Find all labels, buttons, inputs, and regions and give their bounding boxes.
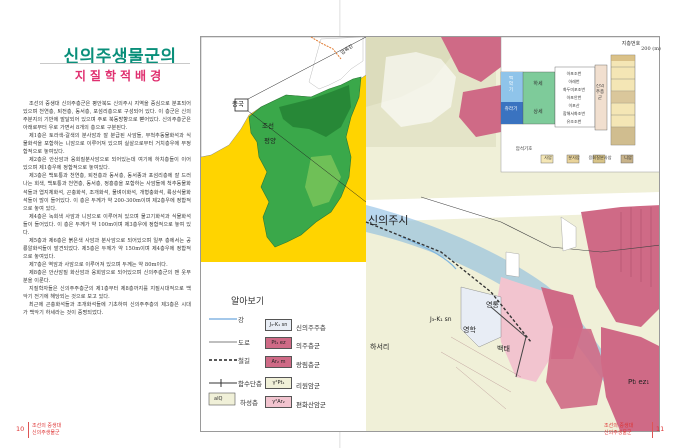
running-head-line: 조선의 중생대 [604, 423, 634, 429]
lithology-band [611, 55, 635, 61]
legend-unit-code: Pt₁ ez [265, 337, 292, 349]
legend-symbols [208, 318, 237, 406]
strat-legend-label: 니암 [624, 155, 632, 160]
running-head-line: 조선의 중생대 [32, 423, 62, 429]
strat-era-char: 악 [508, 82, 514, 87]
strat-unit-item: 이포산 [568, 103, 580, 108]
strat-era-char: 백 [508, 76, 514, 81]
footer-right: 조선의 중생대 신의주생물군 11 [600, 422, 670, 438]
legend-label-railway: 철길 [238, 357, 250, 365]
legend-unit-code: J₃-K₁ sn [265, 319, 292, 331]
strat-bottom-label: 암석기호 [515, 147, 533, 152]
city-label: 신의주시 [368, 214, 409, 227]
strat-legend-label: 사암 [544, 155, 552, 160]
footer-left: 10 조선의 중생대 신의주생물군 [16, 422, 96, 438]
page-number-left: 10 [16, 425, 25, 433]
inset-map [201, 37, 367, 262]
strat-depth-label: 200 (m) [641, 46, 661, 52]
strat-subperiod-upper: 하세 [533, 81, 543, 87]
footer-rule [28, 422, 29, 438]
strat-units-list: 아포조번 아래번 화두미포조번 아포안번 이포산 합해서화조번 유조조번 [555, 70, 593, 126]
running-head-line: 신의주생물군 [604, 429, 632, 436]
legend-unit-label: 리원암군 [296, 382, 320, 390]
inset-label-china: 중국 [232, 100, 244, 108]
body-text-column: 조선의 중생대 신의주층군은 평안북도 신의주시 지역을 중심으로 분포되어 있… [23, 100, 191, 418]
map-place-label: 백태 [497, 345, 510, 353]
title-underline [40, 63, 190, 64]
strat-legend-label: 응회질분사암 [588, 155, 612, 160]
paragraph: 제8층은 안산암질 화산암과 응회암으로 되어있으며 신의주층군의 맨 웃부분을… [23, 269, 191, 285]
lithology-band [611, 91, 635, 103]
strat-era-label: 백 악 기 [502, 76, 520, 94]
paragraph: 제4층은 녹회색 사암과 니암으로 이루어져 있으며 물고기화석과 식물화석들이… [23, 213, 191, 236]
strat-subperiod-lower: 상세 [533, 109, 543, 115]
strat-unit-item: 유조조번 [566, 119, 582, 124]
legend-unit-label: 랑림층군 [296, 361, 320, 369]
map-place-label: 영학 [463, 326, 476, 334]
footer-rule [652, 422, 653, 438]
legend-label-road: 도로 [238, 339, 250, 347]
legend-code-alluvium: aIQ [214, 396, 223, 402]
map-unit-label: J₃-K₁ sn [430, 316, 452, 323]
legend-label-fault: 함수단층 [238, 380, 262, 388]
inset-label-pyongyang: 평양 [264, 137, 276, 145]
legend-label-alluvium: 하성층 [240, 399, 258, 407]
strat-era-char: 기 [508, 88, 514, 93]
map-place-label: 하서리 [370, 343, 390, 351]
book-spread: 신의주생물군의 지질학적배경 조선의 중생대 신의주층군은 평안북도 신의주시 … [0, 0, 680, 448]
strat-period-label: 쥬라기 [504, 107, 518, 112]
paragraph: 제1층은 토라색-갈색의 분사암과 잘 분급된 사암들, 무척추동물화석과 식물… [23, 133, 191, 156]
paragraph: 최근에 곤충화석들과 조개화석들에 기초하여 신의주주층의 제3층은 시대가 백… [23, 302, 191, 317]
paragraph: 제7층은 역암과 사암으로 이루어져 있으며 두께는 약 80m이다. [29, 261, 168, 268]
legend-unit-code: γ²Ar₂ [265, 396, 292, 408]
strat-legend-label: 분사암 [568, 155, 580, 160]
inset-label-korea: 조선 [262, 122, 274, 130]
running-head-right: 조선의 중생대 신의주생물군 [604, 423, 633, 436]
running-head-left: 조선의 중생대 신의주생물군 [32, 423, 61, 436]
urban-block [505, 251, 520, 278]
strat-unit-item: 아포안번 [566, 95, 582, 100]
paragraph: 조선의 중생대 신의주층군은 평안북도 신의주시 지역을 중심으로 분포되어 있… [23, 101, 191, 132]
paragraph: 제5층과 제6층은 붉은색 사암과 분사암으로 되어있으며 일부 층에서는 공룡… [23, 237, 191, 260]
title-subtitle: 지질학적배경 [74, 69, 166, 83]
strat-unit-item: 아래번 [568, 79, 580, 84]
map-place-label: 영통 [486, 301, 499, 309]
legend-unit-label: 의주층군 [296, 342, 320, 350]
strat-unit-item: 화두미포조번 [562, 87, 586, 92]
running-head-line: 신의주생물군 [32, 429, 60, 436]
legend-label-river: 강 [238, 316, 244, 324]
paragraph: 제3층은 백토통과 천연층, 퇴전층과 동서층, 동서종과 포섬리층에 잘 드러… [23, 173, 191, 212]
legend-title: 알아보기 [231, 297, 265, 307]
strat-unit-item: 아포조번 [566, 71, 582, 76]
legend-unit-label: 편화산암군 [296, 401, 326, 409]
legend-unit-code: Ar₂ m [265, 356, 292, 368]
strat-unit-item: 합해서화조번 [562, 111, 586, 116]
page-number-right: 11 [656, 425, 665, 433]
strat-group-label: 신의주층군 [595, 84, 605, 101]
map-unit-label: Ptₗ ez₁ [628, 378, 650, 386]
legend-unit-label: 신의주주층 [296, 324, 326, 332]
legend-unit-code: γ²Pt₁ [265, 377, 292, 389]
paragraph: 지질학자들은 신의주주층군의 제1층부터 제8층까지를 지질시대적으로 백악기 … [23, 286, 191, 301]
lithology-band [611, 127, 635, 145]
paragraph: 제2층은 안산암과 응회질분사암으로 되어있는데 여기에 하치층들이 이어 있으… [23, 157, 191, 172]
